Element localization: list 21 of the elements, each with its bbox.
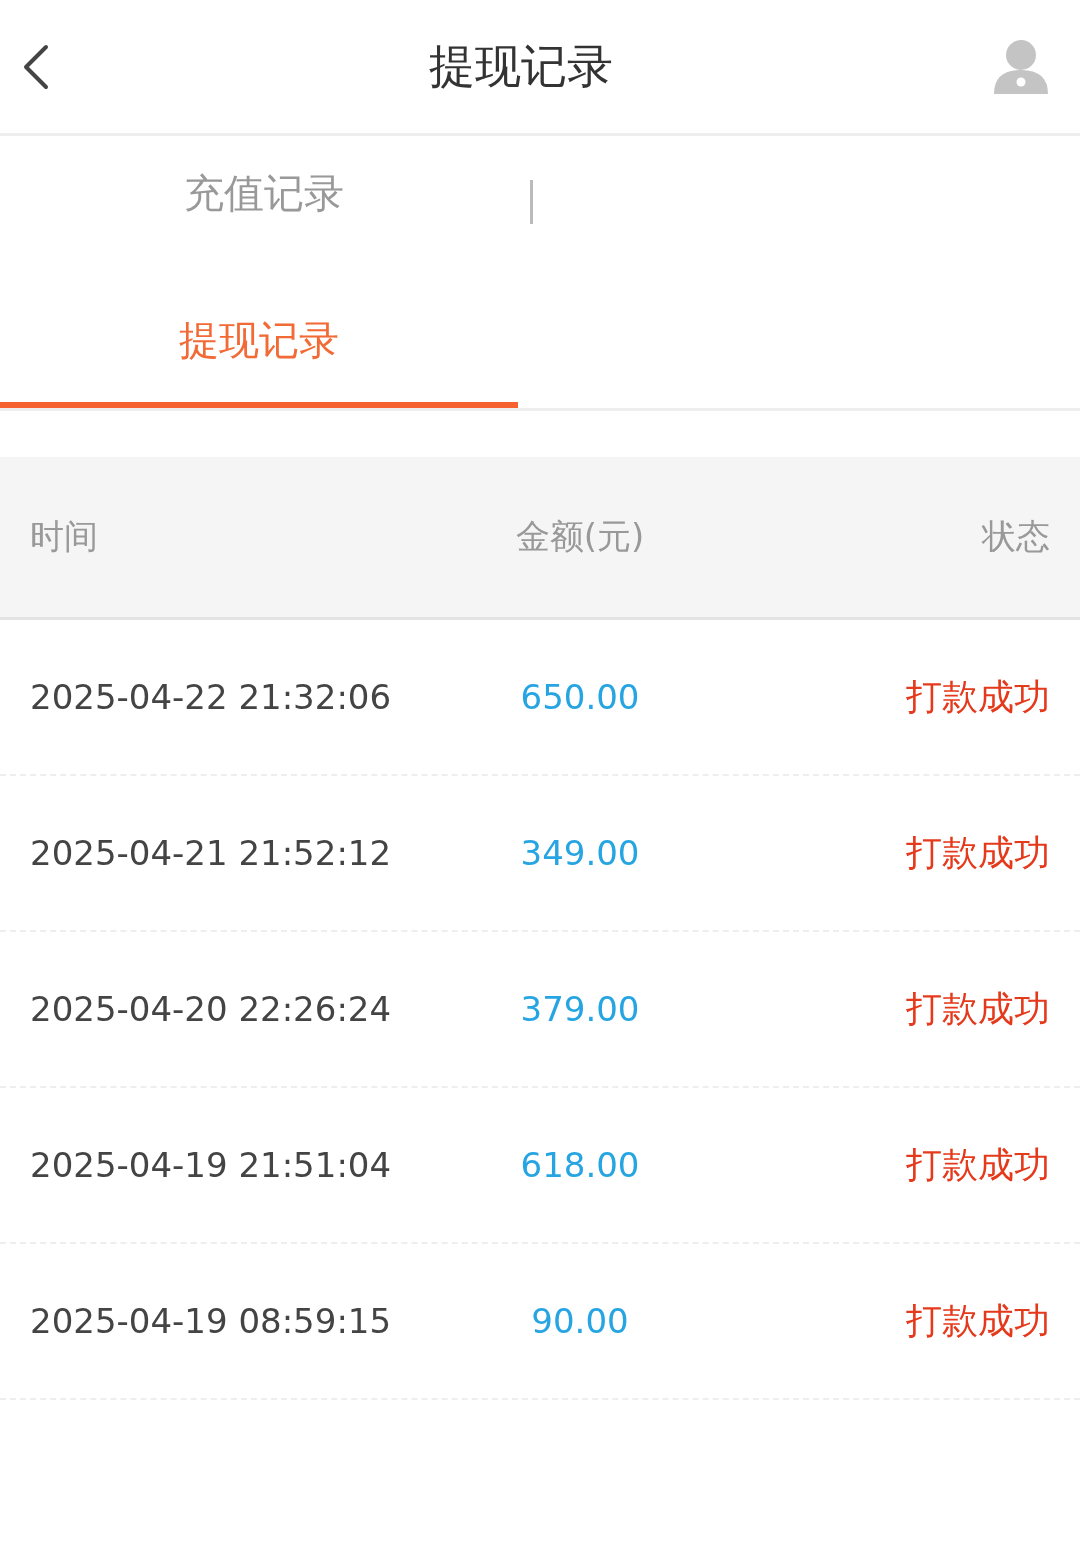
column-header: 时间 (30, 515, 99, 558)
table-cell-text: 2025-04-19 21:51:04 (30, 1145, 393, 1185)
table-cell-text: 650.00 (519, 677, 641, 717)
tab[interactable]: 充值记录 (0, 136, 518, 267)
table-cell-text: 2025-04-22 21:32:06 (30, 677, 393, 717)
table-cell-text: 2025-04-21 21:52:12 (30, 833, 393, 873)
table-cell-text: 打款成功 (905, 986, 1050, 1031)
table-cell-text: 2025-04-19 08:59:15 (30, 1301, 393, 1341)
page-title: 提现记录 (429, 37, 613, 95)
table-cell-text: 打款成功 (905, 1142, 1050, 1187)
table-cell-text: 618.00 (519, 1145, 641, 1185)
column-header: 状态 (980, 515, 1050, 558)
table-cell-text: 379.00 (519, 989, 641, 1029)
table-cell-text: 2025-04-20 22:26:24 (30, 989, 393, 1029)
table-cell-text: 打款成功 (905, 1298, 1050, 1343)
table-cell-text: 打款成功 (905, 830, 1050, 875)
column-header: 金额(元) (514, 515, 646, 558)
table-cell-text: 90.00 (530, 1301, 630, 1341)
table-cell-text: 349.00 (519, 833, 641, 873)
tab[interactable]: 提现记录 (0, 267, 518, 408)
table-cell-text: 打款成功 (905, 674, 1050, 719)
